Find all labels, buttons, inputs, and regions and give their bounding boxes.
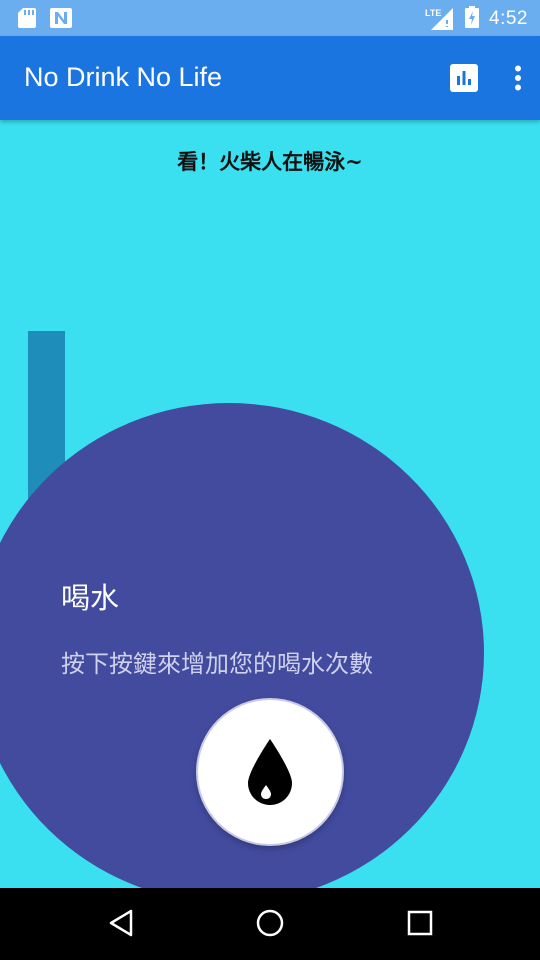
clock: 4:52	[489, 8, 528, 29]
recents-icon[interactable]	[407, 908, 433, 942]
main-content: 看！火柴人在暢泳~ 喝水 按下按鍵來增加您的喝水次數	[0, 120, 540, 888]
signal-icon: LTE	[425, 8, 455, 30]
overlay-description: 按下按鍵來增加您的喝水次數	[61, 650, 373, 678]
water-drop-icon	[248, 739, 292, 805]
status-system: LTE 4:52	[425, 6, 528, 32]
app-bar: No Drink No Life	[0, 36, 540, 120]
battery-charging-icon	[465, 6, 480, 32]
status-notifications	[18, 8, 72, 32]
app-bar-actions	[450, 64, 522, 92]
swimming-headline: 看！火柴人在暢泳~	[177, 150, 363, 174]
overlay-title: 喝水	[61, 581, 120, 615]
n-notification-icon	[50, 8, 72, 32]
overflow-menu-icon[interactable]	[514, 65, 522, 91]
app-title: No Drink No Life	[24, 62, 223, 92]
drink-button[interactable]	[198, 700, 342, 844]
sd-card-icon	[18, 8, 36, 32]
navigation-bar	[0, 888, 540, 960]
stats-icon[interactable]	[450, 64, 478, 92]
status-bar: LTE 4:52	[0, 0, 540, 36]
home-icon[interactable]	[255, 908, 285, 942]
back-icon[interactable]	[108, 908, 134, 942]
